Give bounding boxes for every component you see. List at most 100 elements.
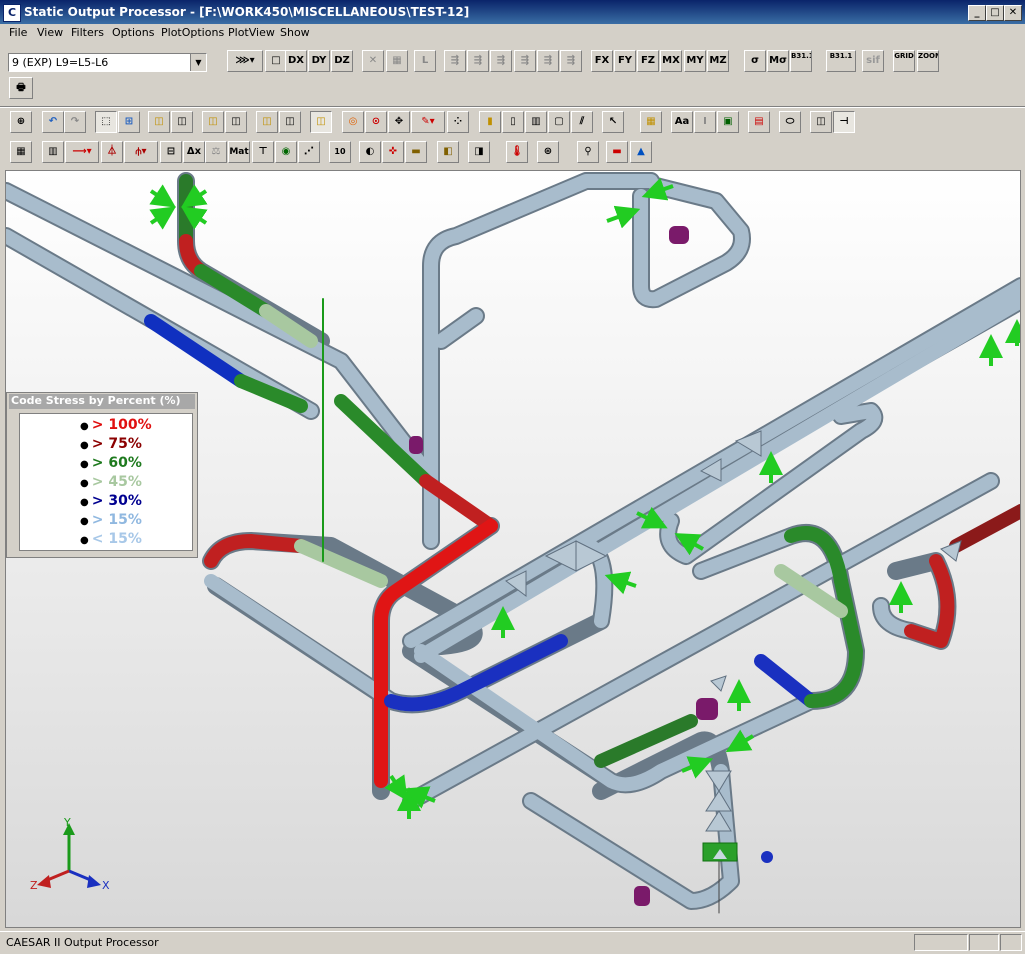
corrosion-icon[interactable]: ◨ (468, 141, 490, 163)
force-button-1[interactable]: ⇶ (444, 50, 466, 72)
dz-button[interactable]: DZ (331, 50, 353, 72)
ten-button[interactable]: 10 (329, 141, 351, 163)
wall-thickness-icon[interactable]: ◧ (437, 141, 459, 163)
load-case-icon[interactable]: ▬ (606, 141, 628, 163)
hanger-icon[interactable]: ⏃ (101, 141, 123, 163)
zoom-extents-icon[interactable]: ⊞ (118, 111, 140, 133)
mz-button[interactable]: MZ (707, 50, 729, 72)
diameter-icon[interactable]: ▬ (405, 141, 427, 163)
node-numbers-icon[interactable]: ▦ (10, 141, 32, 163)
render-hidden-icon[interactable]: ▯ (502, 111, 524, 133)
insulation-icon[interactable]: ◉ (275, 141, 297, 163)
cylinder-icon[interactable]: ⬭ (779, 111, 801, 133)
view-bottom-icon[interactable]: ◫ (225, 111, 247, 133)
restraint-load-button[interactable]: ▦ (386, 50, 408, 72)
find-icon[interactable]: ⚲ (577, 141, 599, 163)
weight-icon[interactable]: ⚖ (205, 141, 227, 163)
view-iso-icon[interactable]: ◫ (310, 111, 332, 133)
force-button-3[interactable]: ⇶ (490, 50, 512, 72)
render-centerline-icon[interactable]: ⫽ (571, 111, 593, 133)
zoom-button[interactable]: ZOOM (917, 50, 939, 72)
stress-button[interactable]: σ (744, 50, 766, 72)
text-button[interactable]: Aa (671, 111, 693, 133)
force-button-6[interactable]: ⇶ (560, 50, 582, 72)
print-button[interactable]: 🖶 (9, 77, 33, 99)
fy-button[interactable]: FY (614, 50, 636, 72)
fx-button[interactable]: FX (591, 50, 613, 72)
dim-button[interactable]: Δx (183, 141, 205, 163)
mx-button[interactable]: MX (660, 50, 682, 72)
uniform-load-icon[interactable]: ⋰ (298, 141, 320, 163)
flange-icon[interactable]: ⊤ (252, 141, 274, 163)
force-button-2[interactable]: ⇶ (467, 50, 489, 72)
cursor-icon[interactable]: I (694, 111, 716, 133)
restore-button[interactable]: □ (986, 5, 1004, 21)
menu-view[interactable]: View (37, 26, 63, 39)
menu-file[interactable]: File (9, 26, 27, 39)
dx-button[interactable]: DX (285, 50, 307, 72)
pressure-icon[interactable]: ⊛ (537, 141, 559, 163)
stress-legend[interactable]: Code Stress by Percent (%) ● > 100% ● > 75… (6, 392, 198, 558)
pencil-icon[interactable]: ✎▾ (411, 111, 445, 133)
menu-plotview[interactable]: PlotView (228, 26, 275, 39)
max-stress-button[interactable]: Mσ (767, 50, 789, 72)
expansion-joint-icon[interactable]: ⊟ (160, 141, 182, 163)
view-left-icon[interactable]: ◫ (256, 111, 278, 133)
view-right-icon[interactable]: ◫ (279, 111, 301, 133)
table-icon[interactable]: ▦ (640, 111, 662, 133)
menu-filters[interactable]: Filters (71, 26, 104, 39)
render-wire-icon[interactable]: ▥ (525, 111, 547, 133)
legend-title: Code Stress by Percent (%) (9, 394, 195, 409)
displacement-button[interactable]: □ (265, 50, 287, 72)
walk-icon[interactable]: ⁘ (447, 111, 469, 133)
material-button[interactable]: Mat (228, 141, 250, 163)
grid-button[interactable]: GRID (893, 50, 915, 72)
view-front-icon[interactable]: ◫ (148, 111, 170, 133)
zoom-window-icon[interactable]: ⊕ (10, 111, 32, 133)
box-icon[interactable]: ◫ (810, 111, 832, 133)
image-icon[interactable]: ▣ (717, 111, 739, 133)
wind-icon[interactable]: ◐ (359, 141, 381, 163)
menu-options[interactable]: Options (112, 26, 154, 39)
sif-label: sif (866, 55, 880, 66)
undo-icon[interactable]: ↶ (42, 111, 64, 133)
temperature-icon[interactable]: 🌡 (506, 141, 528, 163)
restraint-button[interactable]: ✕ (362, 50, 384, 72)
view-back-icon[interactable]: ◫ (171, 111, 193, 133)
restraint-type-icon[interactable]: ⫛▾ (124, 141, 158, 163)
length-icon[interactable]: ▥ (42, 141, 64, 163)
b311-button[interactable]: B31.1 (790, 50, 812, 72)
redo-icon[interactable]: ↷ (64, 111, 86, 133)
force-button-5[interactable]: ⇶ (537, 50, 559, 72)
caesar-app-icon[interactable]: C (3, 4, 21, 22)
b311-color-button[interactable]: B31.1 (826, 50, 856, 72)
dy-button[interactable]: DY (308, 50, 330, 72)
chart-icon[interactable]: ▲ (630, 141, 652, 163)
my-button[interactable]: MY (684, 50, 706, 72)
anchor-node (761, 851, 773, 863)
render-outline-icon[interactable]: ▢ (548, 111, 570, 133)
pan-icon[interactable]: ✥ (388, 111, 410, 133)
color-scale-icon[interactable]: ▤ (748, 111, 770, 133)
local-button[interactable]: L (414, 50, 436, 72)
close-button[interactable]: ✕ (1004, 5, 1022, 21)
view-top-icon[interactable]: ◫ (202, 111, 224, 133)
minimize-button[interactable]: _ (968, 5, 986, 21)
render-solid-icon[interactable]: ▮ (479, 111, 501, 133)
fz-button[interactable]: FZ (637, 50, 659, 72)
fz-label: FZ (640, 55, 656, 66)
deformed-shape-button[interactable]: ⋙▾ (227, 50, 263, 72)
select-zoom-icon[interactable]: ⬚ (95, 111, 117, 133)
load-case-select[interactable]: 9 (EXP) L9=L5-L6 ▼ (8, 53, 207, 72)
displacement-icon[interactable]: ✜ (382, 141, 404, 163)
force-button-4[interactable]: ⇶ (514, 50, 536, 72)
zoom-point-icon[interactable]: ⊙ (365, 111, 387, 133)
pointer-icon[interactable]: ↖ (602, 111, 624, 133)
anchor-icon[interactable]: ⟶▾ (65, 141, 99, 163)
menu-plotoptions[interactable]: PlotOptions (161, 26, 224, 39)
orbit-icon[interactable]: ◎ (342, 111, 364, 133)
chevron-down-icon[interactable]: ▼ (190, 54, 206, 71)
menu-show[interactable]: Show (280, 26, 310, 39)
sif-button[interactable]: sif (862, 50, 884, 72)
clip-icon[interactable]: ⊣ (833, 111, 855, 133)
